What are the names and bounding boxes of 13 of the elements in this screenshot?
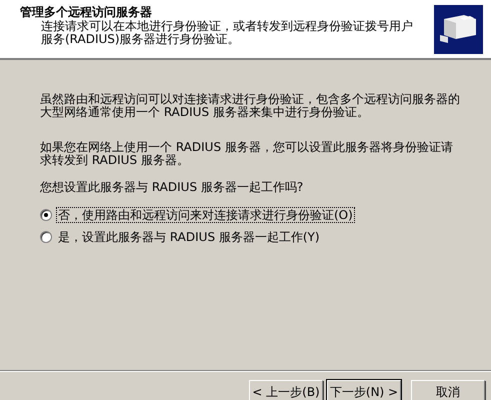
question-text: 您想设置此服务器与 RADIUS 服务器一起工作吗? <box>40 181 304 194</box>
cancel-button[interactable]: 取消 <box>411 380 485 400</box>
radio-label[interactable]: 是，设置此服务器与 RADIUS 服务器一起工作(Y) <box>56 229 322 245</box>
server-icon <box>434 5 483 54</box>
wizard-title: 管理多个远程访问服务器 <box>20 5 153 19</box>
wizard-subtitle: 连接请求可以在本地进行身份验证，或者转发到远程身份验证拨号用户服务(RADIUS)服务器进行身份验证。 <box>40 20 414 46</box>
radio-label[interactable]: 否，使用路由和远程访问来对连接请求进行身份验证(O) <box>56 207 355 223</box>
radio-button[interactable] <box>40 209 52 221</box>
next-button[interactable]: 下一步(N) > <box>327 380 401 400</box>
body-paragraph: 虽然路由和远程访问可以对连接请求进行身份验证，包含多个远程访问服务器的大型网络通常使用一个 RADIUS 服务器来集中进行身份验证。 <box>40 93 461 119</box>
back-button[interactable]: < 上一步(B) <box>249 380 323 400</box>
radio-button[interactable] <box>40 231 52 243</box>
body-paragraph: 如果您在网络上使用一个 RADIUS 服务器，您可以设置此服务器将身份验证请求转发到 RADIUS 服务器。 <box>40 141 454 167</box>
